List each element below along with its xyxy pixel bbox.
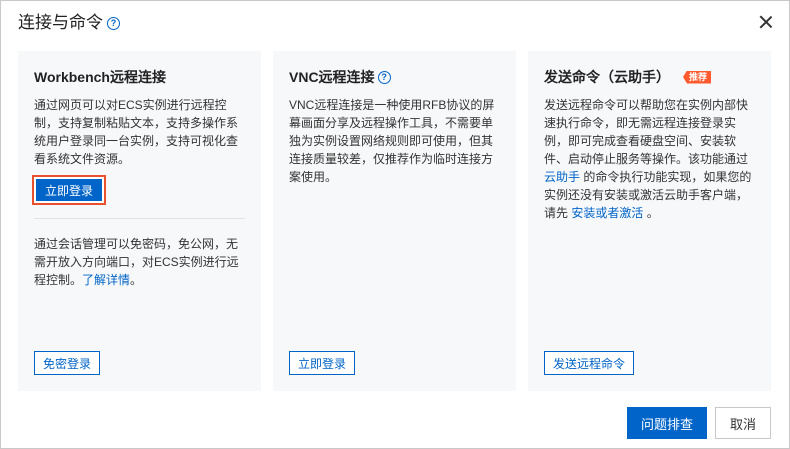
vnc-description: VNC远程连接是一种使用RFB协议的屏幕画面分享及远程操作工具，不需要单独为实例… [289,98,495,184]
send-command-card: 发送命令（云助手） 推荐 发送远程命令可以帮助您在实例内部快速执行命令，即无需远… [528,51,771,391]
workbench-card: Workbench远程连接 通过网页可以对ECS实例进行远程控制，支持复制粘贴文… [18,51,261,391]
card-title: VNC远程连接 ? [289,68,391,86]
recommended-badge: 推荐 [683,70,712,84]
troubleshoot-button[interactable]: 问题排查 [627,407,707,439]
workbench-login-button[interactable]: 立即登录 [32,175,106,205]
passwordless-login-button[interactable]: 免密登录 [34,351,101,375]
divider [34,218,245,219]
cloud-assistant-link[interactable]: 云助手 [544,170,580,184]
workbench-title: Workbench远程连接 [34,69,166,85]
send-command-description: 发送远程命令可以帮助您在实例内部快速执行命令，即无需远程连接登录实例，即可完成查… [544,96,756,222]
desc-text: 。 [643,206,659,220]
vnc-title: VNC远程连接 [289,69,375,85]
send-command-title: 发送命令（云助手） [544,69,670,85]
learn-more-link[interactable]: 了解详情 [82,273,130,287]
vnc-card: VNC远程连接 ? VNC远程连接是一种使用RFB协议的屏幕画面分享及远程操作工… [273,51,516,391]
desc-text: 发送远程命令可以帮助您在实例内部快速执行命令，即无需远程连接登录实例，即可完成查… [544,98,749,166]
send-remote-command-button[interactable]: 发送远程命令 [544,351,635,375]
card-title: Workbench远程连接 [34,68,166,86]
vnc-login-button[interactable]: 立即登录 [289,351,356,375]
dialog-title-text: 连接与命令 [18,13,103,32]
connect-command-dialog: 连接与命令 ? Workbench远程连接 通过网页可以对ECS实例进行远程控制… [0,0,790,449]
card-title: 发送命令（云助手） 推荐 [544,68,712,86]
cancel-button[interactable]: 取消 [715,407,771,439]
help-circle-icon[interactable]: ? [107,16,120,30]
session-manager-description: 通过会话管理可以免密码，免公网，无需开放入方向端口，对ECS实例进行远程控制。了… [34,235,246,289]
help-circle-icon[interactable]: ? [377,70,391,84]
dialog-title: 连接与命令 ? [18,12,120,34]
close-icon[interactable] [759,15,773,29]
workbench-description: 通过网页可以对ECS实例进行远程控制，支持复制粘贴文本，支持多操作系统用户登录同… [34,98,239,166]
install-activate-link[interactable]: 安装或者激活 [571,206,643,220]
session-desc-end: 。 [130,273,143,287]
